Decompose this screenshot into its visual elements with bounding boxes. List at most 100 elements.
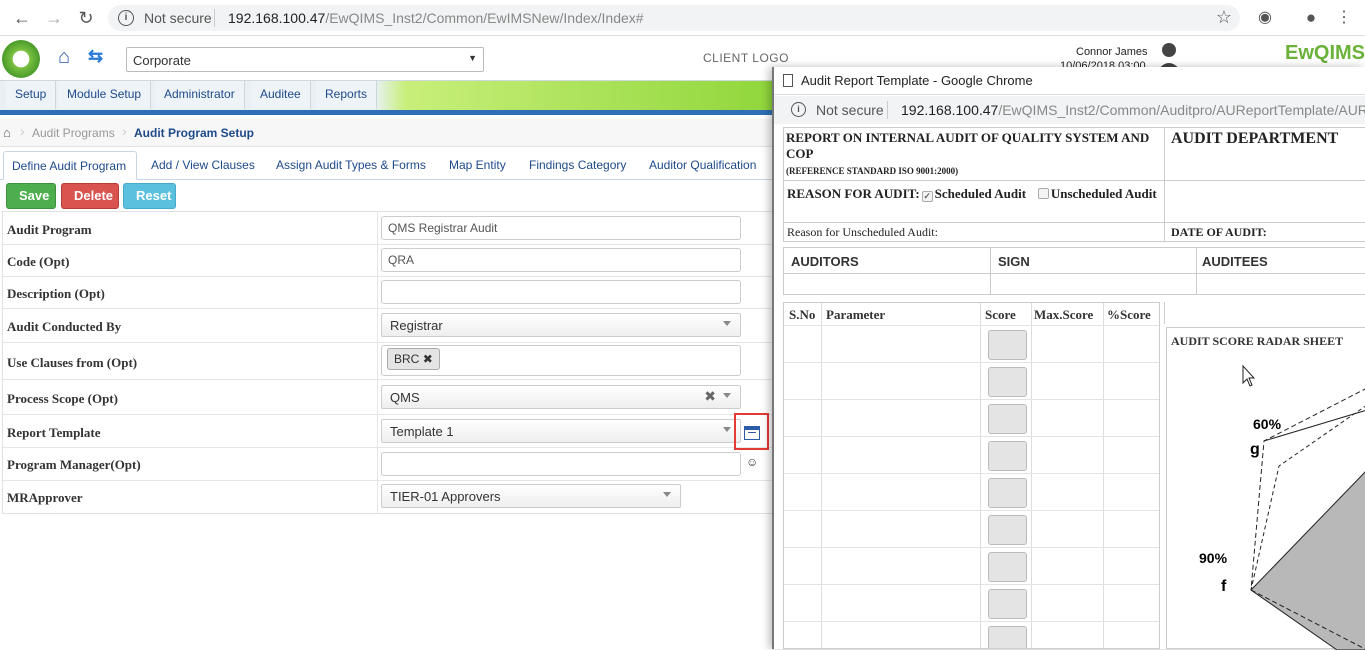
form-row-use-clauses: Use Clauses from (Opt) BRC ✖ <box>3 343 779 380</box>
chevron-down-icon <box>723 393 731 398</box>
user-name: Connor James <box>1076 46 1148 58</box>
chevron-down-icon <box>723 427 731 432</box>
menu-kebab-icon[interactable]: ⋮ <box>1334 8 1354 28</box>
reason-for-audit: REASON FOR AUDIT: ✓ Scheduled Audit Unsche… <box>783 180 1165 223</box>
audit-program-form: Audit Program QMS Registrar Audit Code (… <box>2 211 780 514</box>
menu-administrator[interactable]: Administrator <box>155 81 245 109</box>
unscheduled-reason: Reason for Unscheduled Audit: <box>783 222 1165 242</box>
process-scope-select[interactable]: QMS ✖ <box>381 385 741 409</box>
conducted-by-select[interactable]: Registrar <box>381 313 741 337</box>
description-input[interactable] <box>381 280 741 304</box>
info-icon[interactable]: i <box>118 10 134 26</box>
form-row-mr-approver: MRApprover TIER-01 Approvers <box>3 481 779 514</box>
audit-department: AUDIT DEPARTMENT <box>1164 127 1365 181</box>
tab-add-view-clauses[interactable]: Add / View Clauses <box>143 151 263 180</box>
profile-icon[interactable]: ● <box>1301 8 1321 28</box>
menu-setup[interactable]: Setup <box>6 81 57 109</box>
process-scope-label: Process Scope (Opt) <box>7 391 118 406</box>
sign-header: SIGN <box>998 254 1030 269</box>
score-input[interactable] <box>988 552 1027 582</box>
form-row-report-template: Report Template Template 1 <box>3 415 779 448</box>
refresh-icon[interactable]: ⇆ <box>88 46 110 68</box>
home-icon[interactable]: ⌂ <box>58 46 82 68</box>
popup-address-bar[interactable]: i Not secure 192.168.100.47/EwQIMS_Inst2… <box>774 96 1365 124</box>
code-label: Code (Opt) <box>7 254 70 269</box>
mr-approver-select[interactable]: TIER-01 Approvers <box>381 484 681 508</box>
back-icon[interactable]: ← <box>12 8 32 28</box>
form-row-audit-program: Audit Program QMS Registrar Audit <box>3 212 779 245</box>
user-lookup-icon[interactable]: ☺ <box>746 455 758 469</box>
score-input[interactable] <box>988 589 1027 619</box>
bookmark-star-icon[interactable]: ☆ <box>1216 7 1232 28</box>
menu-module-setup[interactable]: Module Setup <box>58 81 152 109</box>
popup-titlebar: Audit Report Template - Google Chrome <box>774 67 1365 95</box>
menu-underline <box>0 110 780 115</box>
setup-tabs: Define Audit Program Add / View Clauses … <box>0 151 780 180</box>
radar-fill-shape <box>1250 471 1365 650</box>
conducted-by-label: Audit Conducted By <box>7 319 122 334</box>
score-input[interactable] <box>988 404 1027 434</box>
breadcrumb-audit-programs[interactable]: Audit Programs <box>32 126 115 140</box>
report-title: REPORT ON INTERNAL AUDIT OF QUALITY SYST… <box>786 130 1150 161</box>
code-input[interactable]: QRA <box>381 248 741 272</box>
tab-define-audit-program[interactable]: Define Audit Program <box>3 151 137 180</box>
remove-tag-icon[interactable]: ✖ <box>423 352 433 366</box>
template-preview-icon <box>744 426 760 440</box>
program-manager-input[interactable] <box>381 452 741 476</box>
mr-approver-label: MRApprover <box>7 490 83 505</box>
use-clauses-label: Use Clauses from (Opt) <box>7 355 138 370</box>
form-row-process-scope: Process Scope (Opt) QMS ✖ <box>3 380 779 415</box>
breadcrumb-current: Audit Program Setup <box>134 126 255 140</box>
reset-button[interactable]: Reset <box>123 183 176 209</box>
chevron-down-icon <box>723 321 731 326</box>
radar-label-f-pct: 90% <box>1199 550 1228 566</box>
extension-icon[interactable]: ◉ <box>1255 8 1275 28</box>
score-input[interactable] <box>988 478 1027 508</box>
radar-chart: 60% g 90% f <box>1199 364 1365 650</box>
info-icon[interactable]: i <box>791 102 806 117</box>
menu-auditee[interactable]: Auditee <box>251 81 311 109</box>
brand-logo: EwQIMS <box>1285 42 1365 64</box>
address-bar[interactable]: i Not secure 192.168.100.47/EwQIMS_Inst2… <box>108 5 1240 31</box>
parameter-header: Parameter <box>826 307 886 322</box>
score-input[interactable] <box>988 515 1027 545</box>
clear-icon[interactable]: ✖ <box>704 388 716 405</box>
tab-assign-audit-types[interactable]: Assign Audit Types & Forms <box>268 151 434 180</box>
breadcrumb-home-icon[interactable]: ⌂ <box>3 125 11 140</box>
score-input[interactable] <box>988 441 1027 471</box>
menu-reports[interactable]: Reports <box>316 81 378 109</box>
radar-title: AUDIT SCORE RADAR SHEET <box>1171 334 1344 348</box>
form-row-description: Description (Opt) <box>3 277 779 309</box>
chevron-down-icon <box>663 492 671 497</box>
audit-program-label: Audit Program <box>7 222 92 237</box>
delete-button[interactable]: Delete <box>61 183 119 209</box>
unscheduled-checkbox[interactable] <box>1037 188 1049 199</box>
radar-label-f: f <box>1221 578 1227 595</box>
audit-program-input[interactable]: QMS Registrar Audit <box>381 216 741 240</box>
auditors-header: AUDITORS <box>791 254 859 269</box>
organization-select[interactable]: Corporate ▼ <box>126 47 484 72</box>
score-input[interactable] <box>988 367 1027 397</box>
score-header: Score <box>985 307 1016 322</box>
tab-findings-category[interactable]: Findings Category <box>521 151 634 180</box>
popup-not-secure: Not secure <box>816 102 884 118</box>
radar-header-cell <box>1164 302 1365 324</box>
reload-icon[interactable]: ↻ <box>76 8 96 28</box>
save-button[interactable]: Save <box>6 183 56 209</box>
clause-tag-brc: BRC ✖ <box>387 348 440 370</box>
auditors-table: AUDITORS SIGN AUDITEES <box>783 247 1365 295</box>
tab-auditor-qualification[interactable]: Auditor Qualification <box>641 151 764 180</box>
score-input[interactable] <box>988 330 1027 360</box>
not-secure-label: Not secure <box>144 10 212 26</box>
client-logo: CLIENT LOGO <box>703 51 789 65</box>
browser-toolbar: ← → ↻ i Not secure 192.168.100.47/EwQIMS… <box>0 0 1365 36</box>
report-template-label: Report Template <box>7 425 101 440</box>
report-template-select[interactable]: Template 1 <box>381 419 741 443</box>
tab-map-entity[interactable]: Map Entity <box>441 151 514 180</box>
forward-icon[interactable]: → <box>44 8 64 28</box>
scheduled-checkbox[interactable]: ✓ <box>921 191 933 202</box>
score-input[interactable] <box>988 626 1027 648</box>
template-preview-button[interactable] <box>734 413 769 450</box>
document-icon <box>783 74 793 87</box>
popup-url: 192.168.100.47/EwQIMS_Inst2/Common/Audit… <box>901 102 1365 118</box>
